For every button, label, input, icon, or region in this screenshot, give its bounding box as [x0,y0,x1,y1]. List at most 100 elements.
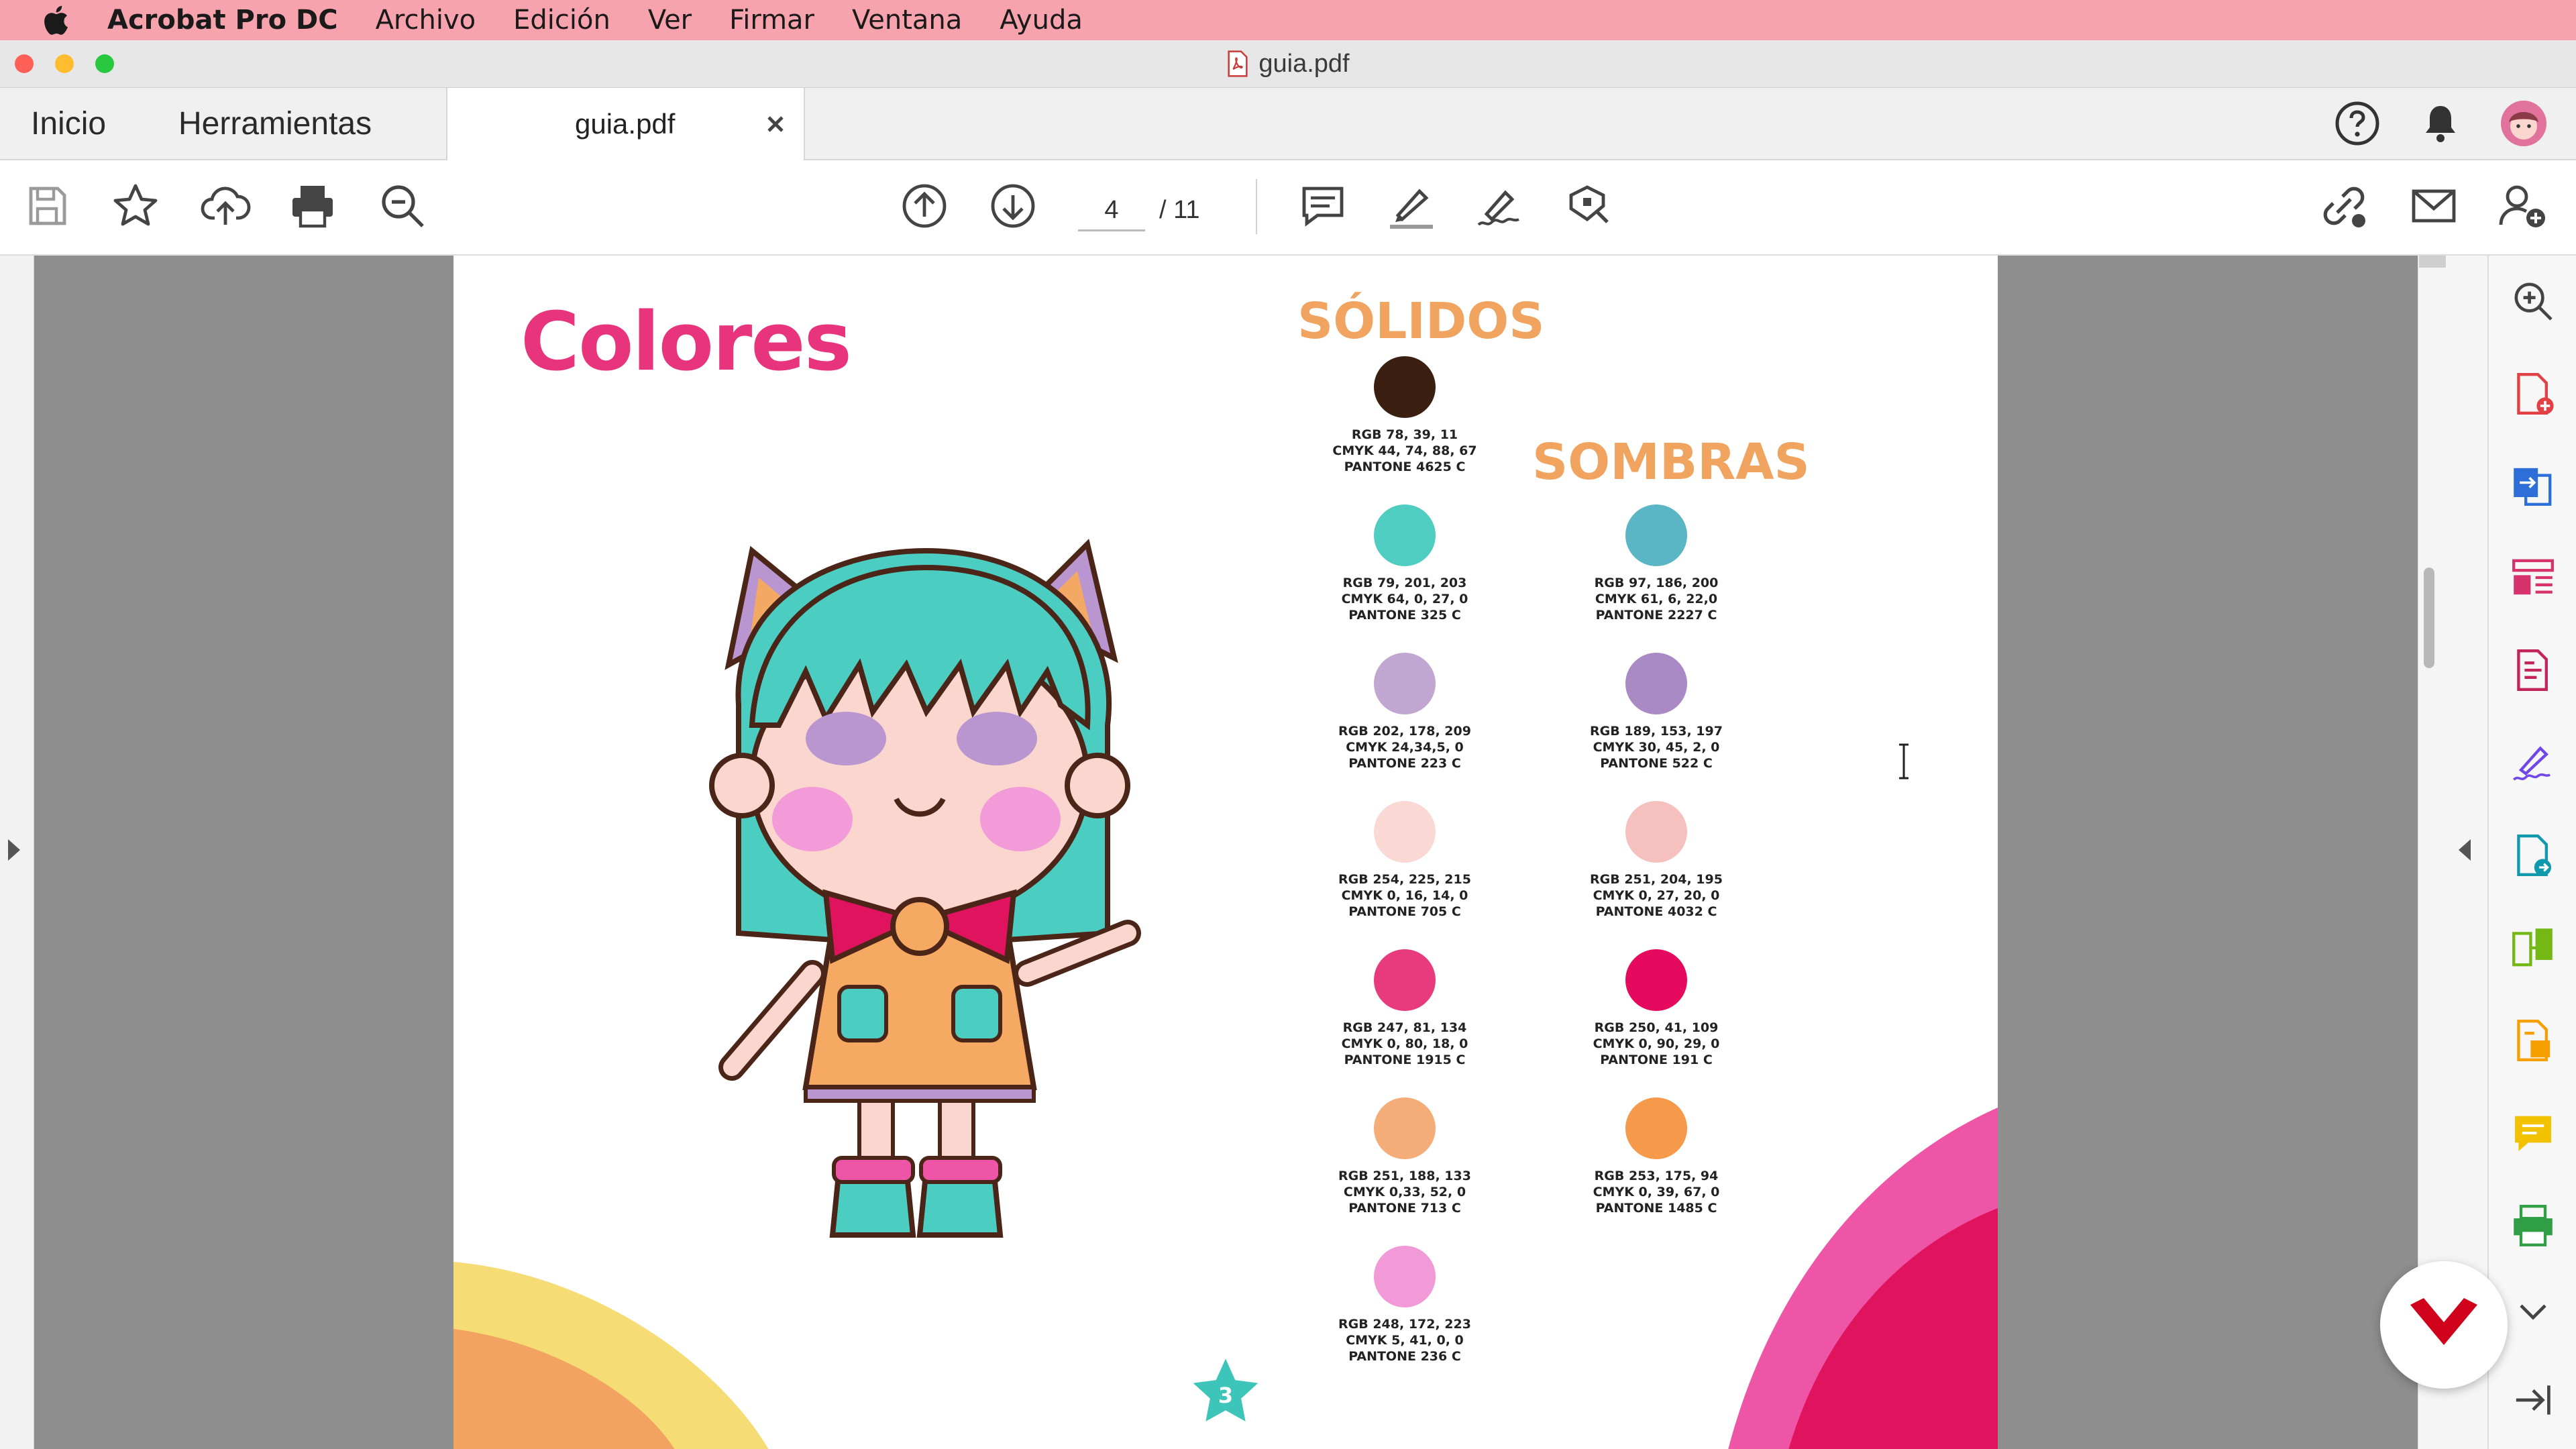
menu-archivo[interactable]: Archivo [376,5,476,36]
cmyk-value: CMYK 30, 45, 2, 0 [1593,740,1720,755]
pantone-value: PANTONE 713 C [1348,1201,1461,1216]
page-number-input[interactable]: 4 [1078,191,1145,231]
rgb-value: RGB 253, 175, 94 [1594,1169,1719,1183]
text-cursor-icon [1899,743,1909,780]
edit-pdf-icon[interactable] [2509,646,2557,694]
save-icon[interactable] [20,179,74,233]
color-spec: RGB 250, 41, 109 CMYK 0, 90, 29, 0 PANTONE… [1576,1020,1737,1068]
color-spec: RGB 248, 172, 223 CMYK 5, 41, 0, 0 PANTONE… [1324,1316,1485,1364]
cmyk-value: CMYK 61, 6, 22,0 [1595,592,1718,606]
rgb-value: RGB 97, 186, 200 [1594,576,1719,590]
rgb-value: RGB 251, 188, 133 [1338,1169,1471,1183]
tab-bar: Inicio Herramientas guia.pdf [0,88,2576,160]
send-sign-icon[interactable] [2509,831,2557,879]
email-icon[interactable] [2407,179,2461,233]
page-down-icon[interactable] [986,179,1040,233]
color-swatch [1374,1246,1436,1307]
page-up-icon[interactable] [898,179,951,233]
scan-icon[interactable] [2509,1016,2557,1065]
expand-left-pane-icon[interactable] [8,839,20,861]
sign-icon[interactable] [1473,179,1527,233]
left-pane-toggle[interactable] [0,256,34,1449]
rgb-value: RGB 251, 204, 195 [1590,872,1723,887]
menu-firmar[interactable]: Firmar [729,5,814,36]
bell-icon[interactable] [2416,99,2465,148]
rgb-value: RGB 202, 178, 209 [1338,724,1471,739]
menu-ventana[interactable]: Ventana [852,5,962,36]
star-icon[interactable] [109,179,162,233]
zoom-icon[interactable] [2509,277,2557,325]
floating-assistant-button[interactable] [2380,1261,2508,1389]
color-swatch [1374,653,1436,714]
rgb-value: RGB 247, 81, 134 [1342,1020,1467,1035]
tab-inicio[interactable]: Inicio [31,88,106,159]
cmyk-value: CMYK 0, 90, 29, 0 [1593,1036,1720,1051]
rgb-value: RGB 254, 225, 215 [1338,872,1471,887]
document-viewport[interactable]: Colores SÓLIDOS SOMBRAS RGB 78, 39, 11 C… [0,256,2487,1449]
menu-bar: Acrobat Pro DC Archivo Edición Ver Firma… [0,0,2576,40]
pantone-value: PANTONE 223 C [1348,756,1461,771]
print-icon[interactable] [286,179,339,233]
pdf-page[interactable]: Colores SÓLIDOS SOMBRAS RGB 78, 39, 11 C… [453,256,1998,1449]
pdf-file-icon [1228,50,1248,77]
comment-icon[interactable] [1296,179,1350,233]
tab-herramientas[interactable]: Herramientas [178,88,372,159]
menu-ver[interactable]: Ver [648,5,692,36]
color-swatch [1374,801,1436,863]
color-spec: RGB 253, 175, 94 CMYK 0, 39, 67, 0 PANTONE… [1576,1168,1737,1216]
color-swatch [1625,653,1687,714]
brand-logo-icon [2410,1298,2477,1345]
close-tab-icon[interactable] [762,111,789,138]
menu-ayuda[interactable]: Ayuda [1000,5,1083,36]
rgb-value: RGB 248, 172, 223 [1338,1317,1471,1332]
cmyk-value: CMYK 44, 74, 88, 67 [1332,443,1477,458]
rgb-value: RGB 250, 41, 109 [1594,1020,1719,1035]
apple-icon[interactable] [40,3,80,37]
cmyk-value: CMYK 0, 39, 67, 0 [1593,1185,1720,1199]
rgb-value: RGB 79, 201, 203 [1342,576,1467,590]
menu-app-name[interactable]: Acrobat Pro DC [107,5,338,36]
share-link-icon[interactable] [2317,179,2371,233]
help-icon[interactable] [2333,99,2381,148]
fill-sign-icon[interactable] [2509,739,2557,787]
menu-edicion[interactable]: Edición [513,5,610,36]
comment-tool-icon[interactable] [2509,1109,2557,1157]
avatar[interactable] [2500,99,2548,148]
color-spec: RGB 189, 153, 197 CMYK 30, 45, 2, 0 PANTON… [1576,723,1737,771]
cmyk-value: CMYK 5, 41, 0, 0 [1346,1333,1464,1348]
character-illustration [709,539,1141,1238]
right-tools-pane [2487,256,2576,1449]
color-spec: RGB 254, 225, 215 CMYK 0, 16, 14, 0 PANTON… [1324,871,1485,920]
add-user-icon[interactable] [2496,179,2549,233]
cmyk-value: CMYK 0,33, 52, 0 [1343,1185,1466,1199]
collapse-pane-icon[interactable] [2509,1376,2557,1424]
color-swatch [1374,949,1436,1011]
color-swatch [1625,949,1687,1011]
page-number-label: 3 [1218,1383,1234,1408]
zoom-out-icon[interactable] [376,179,429,233]
cmyk-value: CMYK 64, 0, 27, 0 [1341,592,1468,606]
toolbar-divider [1256,179,1257,234]
pantone-value: PANTONE 2227 C [1595,608,1717,623]
stamp-icon[interactable] [1562,179,1615,233]
scrollbar-thumb[interactable] [2424,568,2434,668]
color-spec: RGB 251, 188, 133 CMYK 0,33, 52, 0 PANTONE… [1324,1168,1485,1216]
create-pdf-icon[interactable] [2509,370,2557,418]
decorative-rainbow-right [1728,1108,1998,1449]
highlight-icon[interactable] [1385,179,1438,233]
cloud-upload-icon[interactable] [199,179,252,233]
tab-document[interactable]: guia.pdf [446,88,805,160]
print-production-icon[interactable] [2509,1201,2557,1250]
collapse-right-pane-icon[interactable] [2459,839,2471,861]
color-swatch [1374,356,1436,418]
chevron-down-icon[interactable] [2509,1289,2557,1337]
compare-icon[interactable] [2509,924,2557,972]
tab-document-label: guia.pdf [575,108,676,140]
organize-pages-icon[interactable] [2509,553,2557,602]
color-spec: RGB 202, 178, 209 CMYK 24,34,5, 0 PANTONE … [1324,723,1485,771]
export-pdf-icon[interactable] [2509,461,2557,509]
color-swatch [1625,504,1687,566]
color-spec: RGB 97, 186, 200 CMYK 61, 6, 22,0 PANTONE … [1576,575,1737,623]
pantone-value: PANTONE 325 C [1348,608,1461,623]
color-swatch [1374,1097,1436,1159]
